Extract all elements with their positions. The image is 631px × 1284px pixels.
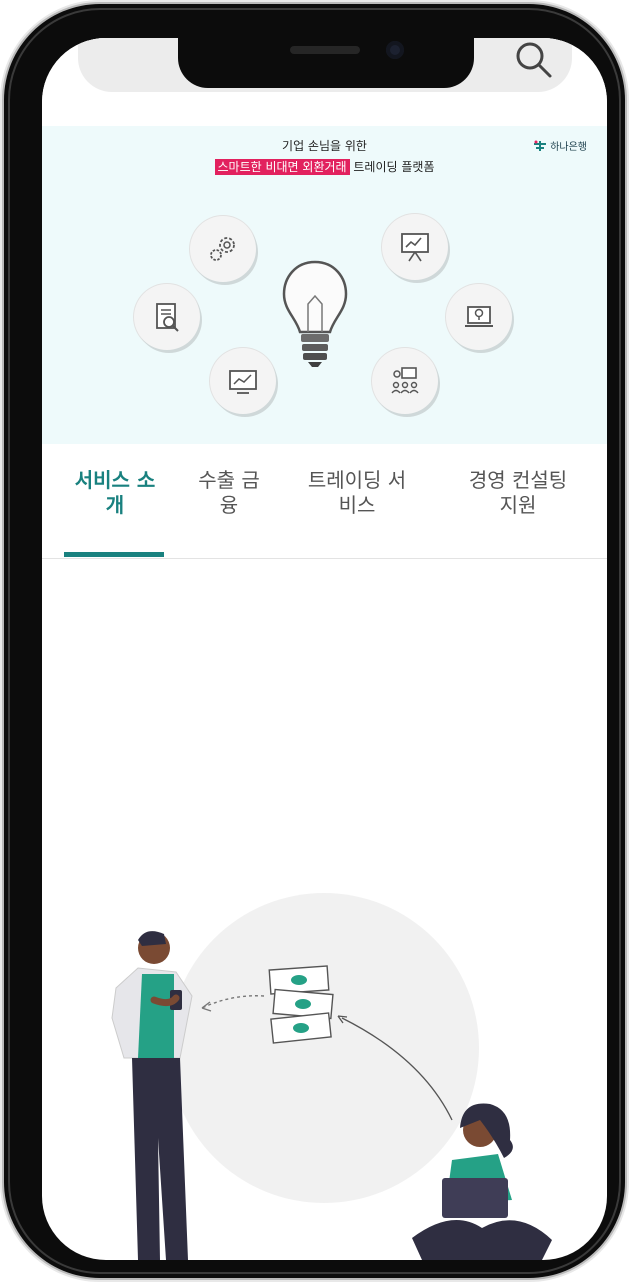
- bank-logo-icon: [534, 140, 547, 151]
- bank-logo: 하나은행: [533, 138, 587, 153]
- gears-icon-badge: [190, 216, 256, 282]
- tab-label-line2: 개: [105, 493, 125, 517]
- document-search-icon-badge: [134, 284, 200, 350]
- banner-subtitle-rest: 트레이딩 플랫폼: [349, 160, 435, 174]
- hero-banner[interactable]: 기업 손님을 위한 스마트한 비대면 외환거래 트레이딩 플랫폼 하나은행: [42, 126, 607, 444]
- presentation-icon: [401, 233, 429, 262]
- tab-label-line2: 지원: [499, 493, 537, 517]
- team-icon-badge: [372, 348, 438, 414]
- bank-logo-text: 하나은행: [550, 142, 587, 153]
- search-icon[interactable]: [512, 40, 556, 84]
- document-search-icon: [156, 303, 179, 332]
- gears-icon: [210, 237, 235, 261]
- tab-bar: 서비스 소 개 수출 금 융 트레이딩 서 비스 경영 컨설팅 지원: [42, 468, 607, 559]
- tab-label-line2: 비스: [338, 493, 376, 517]
- speaker: [290, 46, 360, 54]
- laptop-idea-icon-badge: [446, 284, 512, 350]
- active-tab-indicator: [64, 552, 164, 557]
- laptop-idea-icon: [465, 306, 493, 327]
- banner-highlight: 스마트한 비대면 외환거래: [214, 159, 350, 175]
- tab-management-consulting[interactable]: 경영 컨설팅 지원: [438, 468, 598, 518]
- tab-label-line1: 경영 컨설팅: [468, 468, 568, 492]
- tab-label-line1: 수출 금: [198, 468, 260, 492]
- tab-label-line1: 서비스 소: [74, 468, 156, 492]
- tab-service-intro[interactable]: 서비스 소 개: [54, 468, 176, 518]
- phone-frame: 기업 손님을 위한 스마트한 비대면 외환거래 트레이딩 플랫폼 하나은행 서비…: [4, 4, 625, 1278]
- banner-title: 기업 손님을 위한: [282, 139, 367, 153]
- notch: [178, 38, 474, 88]
- money-transfer-illustration: [111, 893, 552, 1260]
- chart-screen-icon: [229, 370, 257, 394]
- banner-subtitle: 스마트한 비대면 외환거래 트레이딩 플랫폼: [42, 158, 607, 176]
- camera: [386, 41, 404, 59]
- presentation-icon-badge: [382, 214, 448, 280]
- top-bar: [42, 38, 607, 126]
- screen: 기업 손님을 위한 스마트한 비대면 외환거래 트레이딩 플랫폼 하나은행 서비…: [42, 38, 607, 1260]
- chart-screen-icon-badge: [210, 348, 276, 414]
- tab-export-finance[interactable]: 수출 금 융: [176, 468, 282, 518]
- tab-label-line2: 융: [219, 493, 239, 517]
- team-icon: [391, 367, 419, 394]
- tab-trading-service[interactable]: 트레이딩 서 비스: [282, 468, 432, 518]
- tab-label-line1: 트레이딩 서: [307, 468, 407, 492]
- lightbulb-icon: [282, 260, 348, 367]
